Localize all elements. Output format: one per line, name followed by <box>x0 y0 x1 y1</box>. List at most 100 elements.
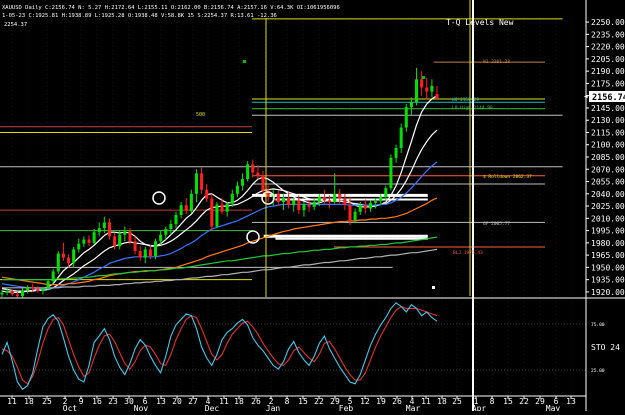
candle-body <box>246 164 250 180</box>
candle-body <box>220 204 224 212</box>
candle-body <box>184 205 188 211</box>
candle-body <box>215 204 219 227</box>
x-tick-label: 29 <box>535 397 545 406</box>
y-tick-label: 2070.00 <box>591 165 625 174</box>
current-price: 2156.74 <box>592 93 625 103</box>
header-line-2: 1-05-23 C:1925.81 H:1938.89 L:1925.28 O:… <box>2 13 277 19</box>
candle-body <box>292 200 296 206</box>
level-label: GF 2005.77 <box>483 221 510 227</box>
x-tick-label: 15 <box>298 397 308 406</box>
level-label: BLJ 1975.43 <box>453 250 483 256</box>
y-tick-label: 2205.00 <box>591 55 625 64</box>
month-label: Mar <box>406 404 421 411</box>
y-tick-label: 2145.00 <box>591 104 625 113</box>
x-tick-label: 11 <box>219 397 229 406</box>
y-tick-label: 2130.00 <box>591 116 625 125</box>
month-label: Nov <box>134 404 149 411</box>
level-label: W0 2156.29 <box>452 97 479 103</box>
candle-body <box>179 205 183 216</box>
x-tick-label: 23 <box>108 397 118 406</box>
price-chart: 75.00 25.00 1920.00 1935.00 1950.00 1965.00 1… <box>0 0 625 413</box>
candle-body <box>10 291 14 295</box>
candle-body <box>368 202 372 209</box>
candle-body <box>225 203 229 212</box>
y-tick-label: 2235.00 <box>591 30 625 39</box>
candle-body <box>338 193 342 199</box>
candle-body <box>123 231 127 235</box>
y-tick-label: 1980.00 <box>591 239 625 248</box>
candle-body <box>61 253 65 258</box>
x-tick-label: 18 <box>437 397 447 406</box>
candle-body <box>276 193 280 202</box>
candle-body <box>353 211 357 220</box>
chart-container: 75.00 25.00 1920.00 1935.00 1950.00 1965.00 1… <box>0 0 625 413</box>
candle-body <box>36 288 40 292</box>
x-tick-label: 25 <box>42 397 52 406</box>
month-label: Dec <box>205 404 220 411</box>
candle-body <box>92 232 96 243</box>
x-tick-label: 12 <box>360 397 370 406</box>
candle-body <box>348 205 352 220</box>
candle-body <box>205 189 209 199</box>
candle-body <box>389 157 393 189</box>
level-label: 500 <box>196 112 205 118</box>
candle-body <box>169 224 173 229</box>
candle-body <box>77 243 81 250</box>
candle-body <box>358 205 362 212</box>
candle-body <box>261 175 265 191</box>
candle-body <box>394 148 398 158</box>
y-tick-label: 2250.00 <box>591 18 625 27</box>
candle-body <box>5 291 9 293</box>
candle-body <box>159 234 163 242</box>
x-tick-label: 18 <box>234 397 244 406</box>
candle-body <box>0 292 4 295</box>
candle-body <box>97 228 101 233</box>
month-label: Oct <box>63 404 78 411</box>
candle-body <box>138 251 142 258</box>
candle-body <box>87 239 91 243</box>
y-tick-label: 1935.00 <box>591 276 625 285</box>
x-tick-label: 30 <box>124 397 134 406</box>
candle-body <box>235 185 239 194</box>
x-tick-label: 22 <box>519 397 529 406</box>
candle-body <box>430 85 434 92</box>
candle-body <box>333 193 337 202</box>
y-tick-label: 2010.00 <box>591 214 625 223</box>
candle-body <box>415 79 419 103</box>
x-tick-label: 11 <box>421 397 431 406</box>
candle-body <box>363 205 367 209</box>
x-tick-label: 18 <box>24 397 34 406</box>
candle-body <box>51 271 55 282</box>
y-tick-label: 2040.00 <box>591 190 625 199</box>
y-tick-label: 2190.00 <box>591 67 625 76</box>
y-tick-label: 1950.00 <box>591 263 625 272</box>
y-tick-label: 2220.00 <box>591 43 625 52</box>
candle-body <box>297 200 301 211</box>
candle-body <box>72 249 76 264</box>
candle-body <box>399 127 403 149</box>
candle-body <box>113 236 117 247</box>
x-tick-label: 11 <box>7 397 17 406</box>
candle-body <box>164 228 168 235</box>
candle-body <box>194 173 198 194</box>
candle-body <box>409 102 413 108</box>
stoch-label: STO 24 <box>591 343 620 352</box>
candle-body <box>322 197 326 201</box>
x-tick-label: 13 <box>566 397 576 406</box>
x-tick-label: 8 <box>285 397 290 406</box>
y-tick-label: 2175.00 <box>591 79 625 88</box>
candle-body <box>128 231 132 242</box>
candle-body <box>15 294 19 296</box>
candle-body <box>374 201 378 203</box>
x-tick-label: 13 <box>156 397 166 406</box>
x-tick-label: 9 <box>79 397 84 406</box>
point-marker <box>422 76 425 79</box>
candle-body <box>102 222 106 229</box>
stoch-tick-label: 25.00 <box>591 368 605 374</box>
candle-body <box>312 201 316 207</box>
y-tick-label: 2025.00 <box>591 202 625 211</box>
candle-body <box>343 198 347 206</box>
x-tick-label: 26 <box>251 397 261 406</box>
candle-body <box>20 290 24 296</box>
point-marker <box>243 60 246 63</box>
